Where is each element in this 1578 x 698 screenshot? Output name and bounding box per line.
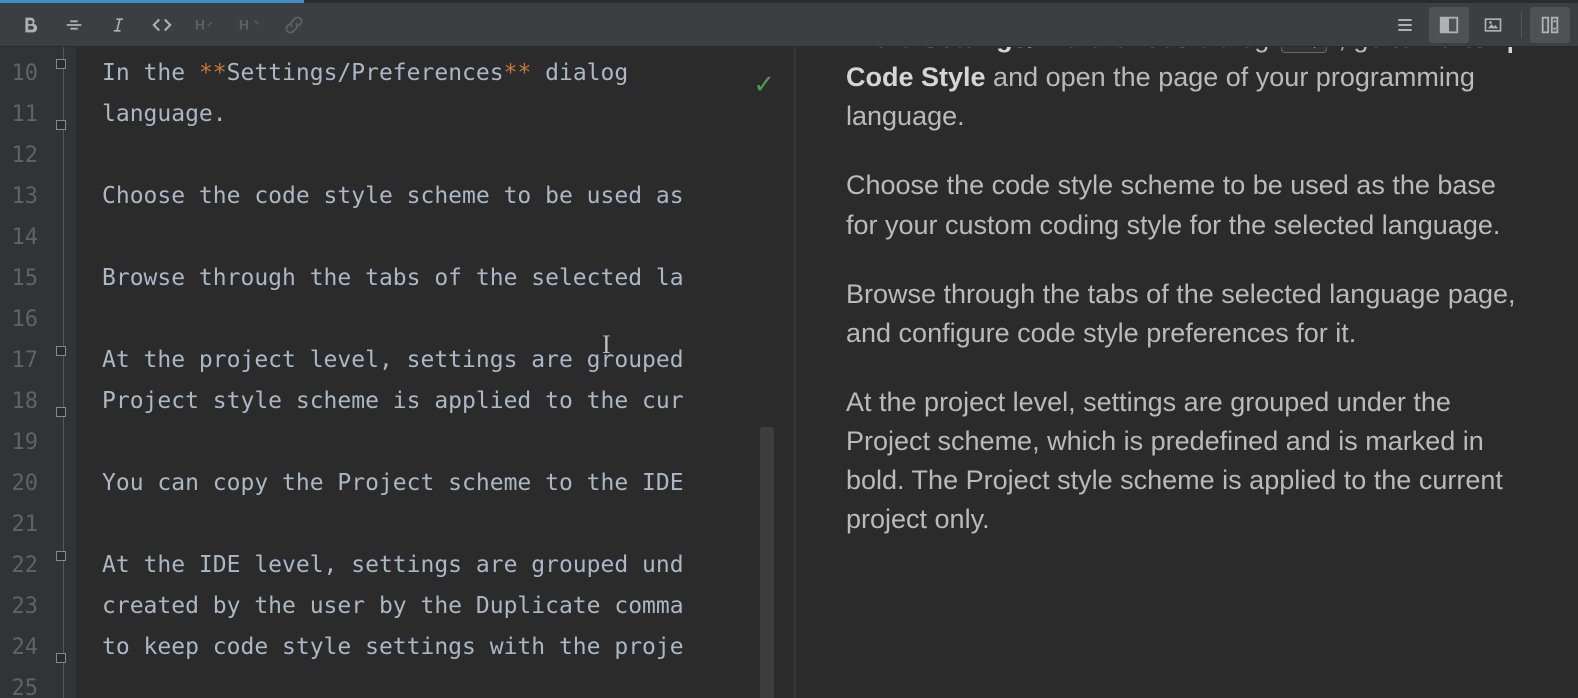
line-number: 15 bbox=[0, 258, 52, 299]
italic-button[interactable] bbox=[98, 7, 138, 43]
code-button[interactable] bbox=[142, 7, 182, 43]
line-number: 17 bbox=[0, 340, 52, 381]
line-number: 18 bbox=[0, 381, 52, 422]
line-number: 21 bbox=[0, 504, 52, 545]
preview-text: dialog bbox=[1190, 47, 1277, 53]
keyboard-shortcut: ⌘, bbox=[1281, 47, 1327, 53]
line-number-gutter: 10111213141516171819202122232425 bbox=[0, 47, 52, 698]
line-number: 22 bbox=[0, 545, 52, 586]
code-line[interactable] bbox=[76, 217, 793, 258]
code-line[interactable]: At the IDE level, settings are grouped u… bbox=[76, 545, 793, 586]
preview-paragraph: Choose the code style scheme to be used … bbox=[846, 166, 1524, 244]
preview-paragraph: In the Settings/Preferences dialog ⌘, , … bbox=[846, 47, 1524, 136]
code-line[interactable]: In the **Settings/Preferences** dialog bbox=[76, 53, 793, 94]
svg-text:H: H bbox=[239, 17, 249, 32]
preview-only-view-button[interactable] bbox=[1473, 7, 1513, 43]
header-down-button[interactable]: H bbox=[186, 7, 226, 43]
line-number: 12 bbox=[0, 135, 52, 176]
toolbar-right bbox=[1385, 3, 1578, 46]
line-number: 11 bbox=[0, 94, 52, 135]
toolbar-left: H H bbox=[0, 3, 314, 46]
editor-pane[interactable]: 10111213141516171819202122232425 I In th… bbox=[0, 47, 793, 698]
code-line[interactable] bbox=[76, 504, 793, 545]
code-line[interactable] bbox=[76, 135, 793, 176]
code-area[interactable]: I In the **Settings/Preferences** dialog… bbox=[76, 47, 793, 698]
editor-only-view-button[interactable] bbox=[1385, 7, 1425, 43]
preview-text: , go to bbox=[1331, 47, 1421, 53]
bold-button[interactable] bbox=[10, 7, 50, 43]
line-number: 24 bbox=[0, 627, 52, 668]
fold-column bbox=[52, 47, 76, 698]
header-up-button[interactable]: H bbox=[230, 7, 270, 43]
sync-scroll-button[interactable] bbox=[1530, 7, 1570, 43]
code-line[interactable]: Browse through the tabs of the selected … bbox=[76, 258, 793, 299]
fold-close-icon[interactable] bbox=[56, 407, 66, 417]
inspection-ok-icon[interactable]: ✓ bbox=[753, 69, 775, 100]
line-number: 13 bbox=[0, 176, 52, 217]
code-line[interactable] bbox=[76, 299, 793, 340]
code-line[interactable] bbox=[76, 668, 793, 698]
code-line[interactable]: You can copy the Project scheme to the I… bbox=[76, 463, 793, 504]
preview-bold: Settings/Preferences bbox=[921, 47, 1190, 53]
fold-open-icon[interactable] bbox=[56, 346, 66, 356]
editor-scrollbar[interactable] bbox=[760, 427, 774, 698]
markdown-toolbar: H H bbox=[0, 3, 1578, 47]
code-line[interactable] bbox=[76, 422, 793, 463]
toolbar-separator bbox=[1521, 12, 1522, 38]
fold-open-icon[interactable] bbox=[56, 59, 66, 69]
line-number: 14 bbox=[0, 217, 52, 258]
fold-close-icon[interactable] bbox=[56, 653, 66, 663]
svg-text:H: H bbox=[195, 17, 205, 32]
code-line[interactable]: to keep code style settings with the pro… bbox=[76, 627, 793, 668]
line-number: 16 bbox=[0, 299, 52, 340]
code-line[interactable]: language. bbox=[76, 94, 793, 135]
preview-paragraph: Browse through the tabs of the selected … bbox=[846, 275, 1524, 353]
split-view-button[interactable] bbox=[1429, 7, 1469, 43]
preview-text: In the bbox=[846, 47, 921, 53]
strikethrough-button[interactable] bbox=[54, 7, 94, 43]
link-button[interactable] bbox=[274, 7, 314, 43]
fold-close-icon[interactable] bbox=[56, 120, 66, 130]
text-caret: I bbox=[602, 330, 604, 360]
preview-paragraph: At the project level, settings are group… bbox=[846, 383, 1524, 540]
line-number: 19 bbox=[0, 422, 52, 463]
line-number: 25 bbox=[0, 668, 52, 698]
line-number: 10 bbox=[0, 53, 52, 94]
code-line[interactable]: Project style scheme is applied to the c… bbox=[76, 381, 793, 422]
code-line[interactable]: At the project level, settings are group… bbox=[76, 340, 793, 381]
preview-pane: In the Settings/Preferences dialog ⌘, , … bbox=[796, 47, 1578, 698]
fold-open-icon[interactable] bbox=[56, 551, 66, 561]
code-line[interactable]: Choose the code style scheme to be used … bbox=[76, 176, 793, 217]
line-number: 23 bbox=[0, 586, 52, 627]
code-line[interactable]: created by the user by the Duplicate com… bbox=[76, 586, 793, 627]
line-number: 20 bbox=[0, 463, 52, 504]
